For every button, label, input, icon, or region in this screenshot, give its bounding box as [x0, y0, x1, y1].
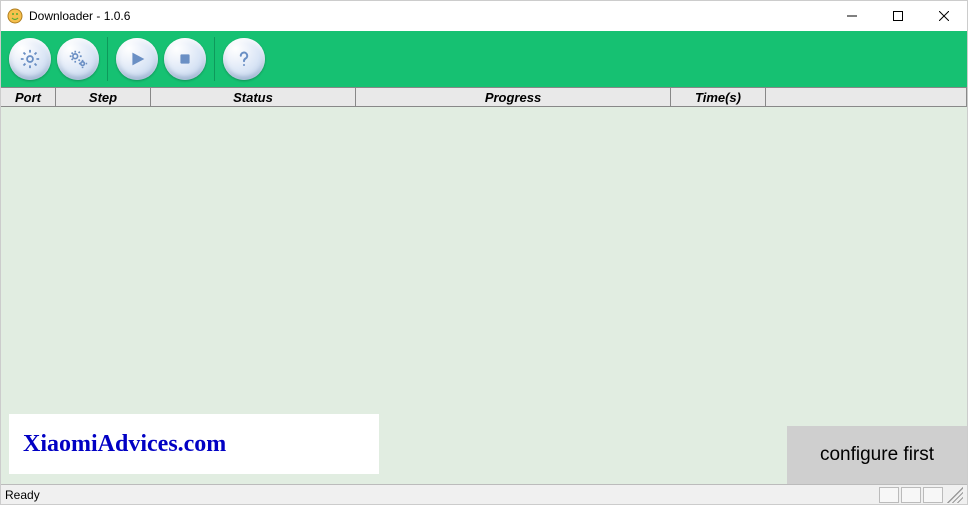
stop-button[interactable]	[164, 38, 206, 80]
watermark: XiaomiAdvices.com	[9, 414, 379, 474]
watermark-text: XiaomiAdvices.com	[23, 431, 226, 458]
status-pane	[879, 487, 899, 503]
gear-icon	[19, 48, 41, 70]
status-pane	[923, 487, 943, 503]
column-header-time[interactable]: Time(s)	[671, 88, 766, 106]
column-header-port[interactable]: Port	[1, 88, 56, 106]
status-text: Ready	[5, 488, 879, 502]
help-button[interactable]	[223, 38, 265, 80]
toolbar-separator	[107, 37, 108, 81]
column-header-progress[interactable]: Progress	[356, 88, 671, 106]
app-window: Downloader - 1.0.6	[0, 0, 968, 505]
titlebar: Downloader - 1.0.6	[1, 1, 967, 31]
double-gear-icon	[67, 48, 89, 70]
app-icon	[7, 8, 23, 24]
toolbar	[1, 31, 967, 87]
close-button[interactable]	[921, 1, 967, 31]
question-icon	[233, 48, 255, 70]
settings-button[interactable]	[9, 38, 51, 80]
minimize-button[interactable]	[829, 1, 875, 31]
table-header: Port Step Status Progress Time(s)	[1, 87, 967, 107]
maximize-button[interactable]	[875, 1, 921, 31]
toolbar-separator	[214, 37, 215, 81]
stop-icon	[174, 48, 196, 70]
status-panes	[879, 485, 943, 504]
status-pane	[901, 487, 921, 503]
column-header-status[interactable]: Status	[151, 88, 356, 106]
statusbar: Ready	[1, 484, 967, 504]
window-title: Downloader - 1.0.6	[29, 9, 829, 23]
play-button[interactable]	[116, 38, 158, 80]
configure-first-button[interactable]: configure first	[787, 426, 967, 484]
configure-first-label: configure first	[820, 444, 934, 466]
window-controls	[829, 1, 967, 31]
play-icon	[126, 48, 148, 70]
column-header-extra[interactable]	[766, 88, 967, 106]
settings2-button[interactable]	[57, 38, 99, 80]
content-area: XiaomiAdvices.com configure first	[1, 107, 967, 484]
resize-grip-icon[interactable]	[947, 487, 963, 503]
column-header-step[interactable]: Step	[56, 88, 151, 106]
